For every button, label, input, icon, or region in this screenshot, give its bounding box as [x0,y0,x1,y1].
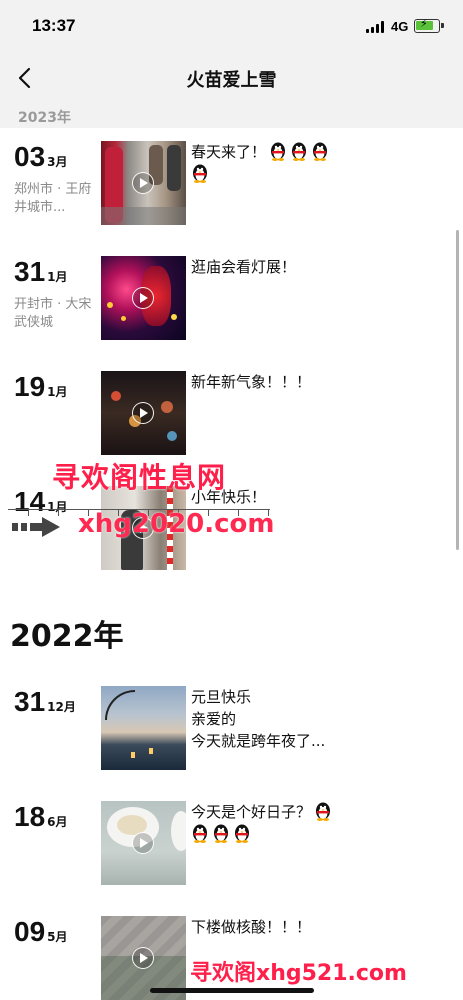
penguin-emoji-icon [290,141,308,161]
penguin-emoji-icon [212,823,230,843]
entry-text: 今天是个好日子？ [191,801,363,845]
watermark-text: 寻欢阁性息网 [52,461,227,494]
timeline-entry[interactable]: 03 3月 郑州市 · 王府井城市... 春天来了！ [0,141,463,241]
battery-icon: ⚡ [414,17,444,33]
timeline-entry[interactable]: 31 1月 开封市 · 大宋武侠城 逛庙会看灯展！ [0,256,463,356]
entry-day: 18 [14,801,46,832]
entry-day: 03 [14,141,46,172]
penguin-emoji-icon [314,801,332,821]
watermark-text: 寻欢阁xhg521.com [190,961,407,986]
entry-month: 3月 [47,155,68,169]
entry-text: 新年新气象！！！ [191,373,312,391]
play-icon [132,172,154,194]
entry-month: 1月 [47,270,68,284]
scrollbar[interactable] [456,230,459,550]
timeline-entry[interactable]: 31 12月 元旦快乐 亲爱的 今天就是跨年夜了... [0,686,463,786]
year-header: 2022年 [10,619,124,654]
status-bar: 13:37 4G ⚡ [0,0,463,52]
entry-date: 31 12月 [14,686,76,720]
timeline-entry[interactable]: 18 6月 今天是个好日子？ [0,801,463,901]
entry-date: 03 3月 [14,141,68,175]
video-thumbnail[interactable] [101,256,186,340]
entry-location: 郑州市 · 王府井城市... [14,182,92,215]
signal-icon [366,21,386,33]
video-thumbnail[interactable] [101,371,186,455]
entry-month: 6月 [47,815,68,829]
photo-thumbnail[interactable] [101,686,186,770]
page-title: 火苗爱上雪 [186,70,277,91]
entry-date: 31 1月 [14,256,68,290]
entry-text: 逛庙会看灯展！ [191,258,297,276]
play-icon [132,402,154,424]
penguin-emoji-icon [269,141,287,161]
entry-date: 09 5月 [14,916,68,950]
entry-text: 元旦快乐 亲爱的 今天就是跨年夜了... [191,688,326,750]
entry-day: 09 [14,916,46,947]
sticky-year-header: 2023年 [0,104,463,128]
entry-text: 下楼做核酸！！！ [191,918,312,936]
entry-month: 1月 [47,385,68,399]
penguin-emoji-icon [233,823,251,843]
status-time: 13:37 [32,16,76,35]
sticky-year-label: 2023年 [18,110,71,126]
entry-text-content: 春天来了！ [191,143,267,161]
penguin-emoji-icon [311,141,329,161]
entry-date: 18 6月 [14,801,68,835]
play-icon [132,832,154,854]
nav-bar: 火苗爱上雪 [0,52,463,104]
entry-text-content: 今天是个好日子？ [191,803,312,821]
entry-day: 31 [14,686,46,717]
entry-day: 31 [14,256,46,287]
video-thumbnail[interactable] [101,801,186,885]
penguin-emoji-icon [191,163,209,183]
home-indicator[interactable] [150,988,314,993]
play-icon [132,287,154,309]
watermark-arrow-icon [12,517,60,537]
penguin-emoji-icon [191,823,209,843]
entry-text: 春天来了！ [191,141,363,185]
entry-date: 19 1月 [14,371,68,405]
watermark-text: xhg2020.com [78,509,275,539]
entry-month: 12月 [47,700,76,714]
entry-location: 开封市 · 大宋武侠城 [14,297,92,330]
entry-month: 5月 [47,930,68,944]
entry-day: 19 [14,371,46,402]
play-icon [132,947,154,969]
video-thumbnail[interactable] [101,141,186,225]
network-type: 4G [391,19,409,34]
